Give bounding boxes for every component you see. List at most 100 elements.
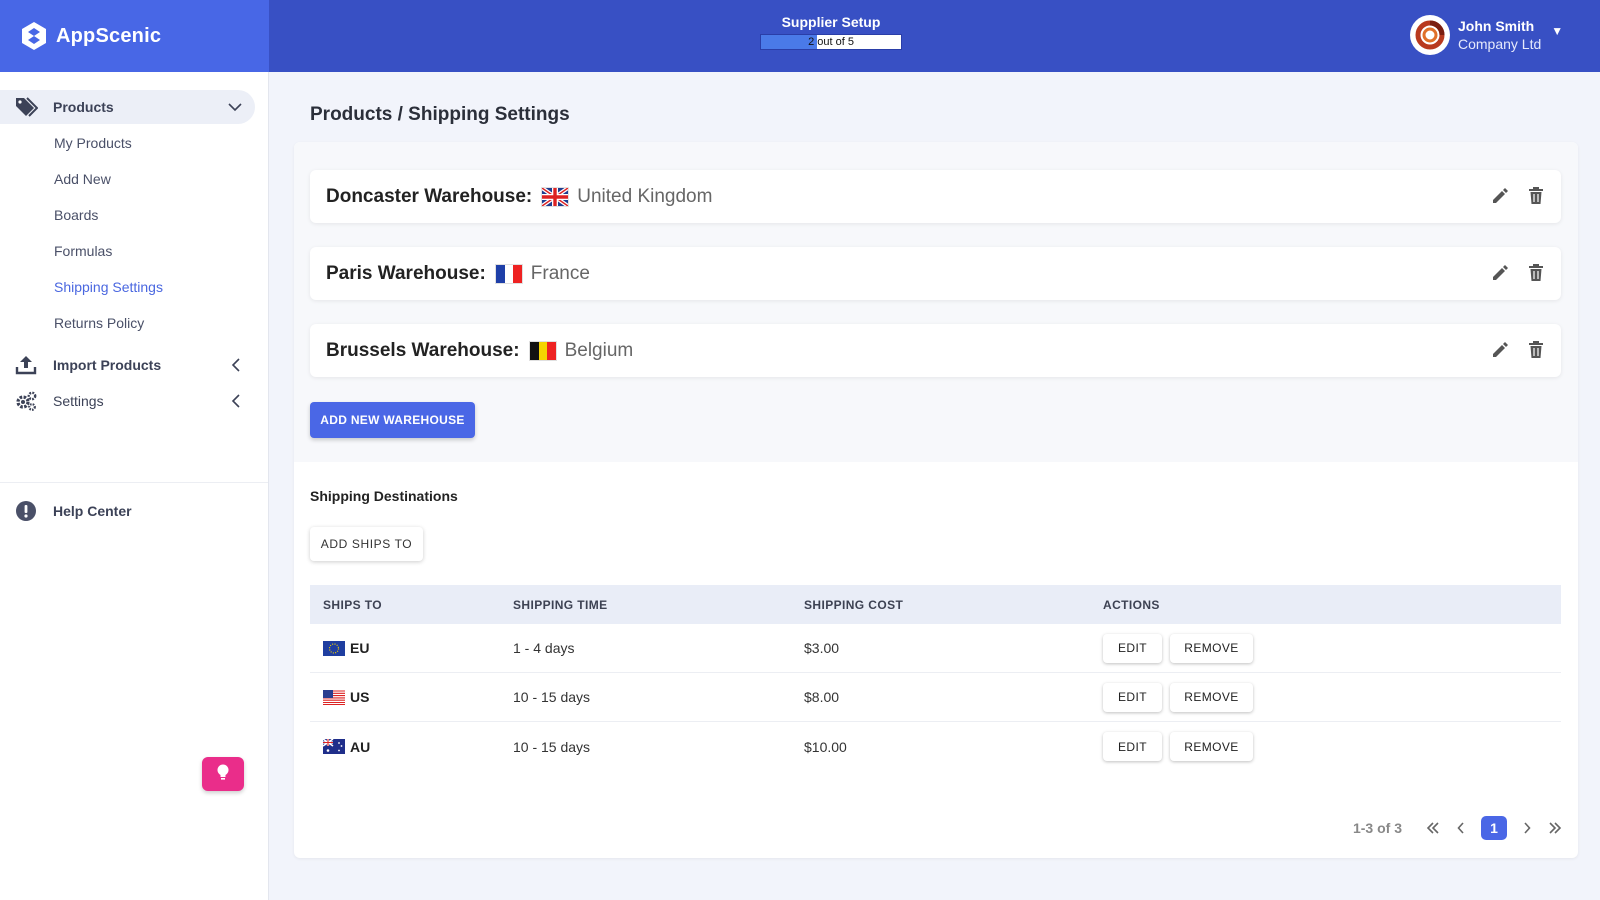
edit-button[interactable]: EDIT <box>1103 732 1162 761</box>
sidebar-divider <box>0 482 268 483</box>
company-logo-icon <box>1415 20 1445 50</box>
tag-icon <box>14 95 38 119</box>
sidebar-item-label: Help Center <box>53 503 132 519</box>
brand[interactable]: AppScenic <box>0 0 269 72</box>
column-header-ships-to: SHIPS TO <box>323 597 382 612</box>
sidebar-item-label: Settings <box>53 393 104 409</box>
warehouse-actions <box>1489 339 1547 361</box>
shipping-destinations-title: Shipping Destinations <box>310 488 458 504</box>
trash-icon[interactable] <box>1525 262 1547 284</box>
warehouse-card: Doncaster Warehouse: United Kingdom <box>310 170 1561 223</box>
table-row: US 10 - 15 days $8.00 EDIT REMOVE <box>310 673 1561 722</box>
sidebar-item-help-center[interactable]: Help Center <box>0 494 255 528</box>
table-row: AU 10 - 15 days $10.00 EDIT REMOVE <box>310 722 1561 771</box>
first-page-icon[interactable] <box>1422 817 1444 839</box>
shipping-settings-card: Doncaster Warehouse: United Kingdom Pari… <box>294 142 1578 858</box>
top-bar: AppScenic Supplier Setup 2 out of 5 John… <box>0 0 1600 72</box>
user-info: John Smith Company Ltd <box>1458 17 1541 53</box>
sidebar-item-add-new[interactable]: Add New <box>54 171 111 187</box>
remove-button[interactable]: REMOVE <box>1170 682 1253 712</box>
page-title: Products / Shipping Settings <box>310 104 570 125</box>
user-menu[interactable]: John Smith Company Ltd ▼ <box>1410 15 1563 55</box>
eu-flag-icon <box>323 640 345 656</box>
setup-progress-text: 2 out of 5 <box>808 36 854 48</box>
remove-button[interactable]: REMOVE <box>1170 633 1253 663</box>
trash-icon[interactable] <box>1525 185 1547 207</box>
column-header-shipping-cost: SHIPPING COST <box>804 597 904 612</box>
sidebar-item-boards[interactable]: Boards <box>54 207 98 223</box>
edit-button[interactable]: EDIT <box>1103 633 1162 663</box>
shipping-destinations-table: SHIPS TO SHIPPING TIME SHIPPING COST ACT… <box>310 585 1561 771</box>
chevron-left-icon <box>225 355 245 375</box>
shipping-time: 10 - 15 days <box>513 738 591 755</box>
column-header-shipping-time: SHIPPING TIME <box>513 597 608 612</box>
warehouse-country: Belgium <box>564 339 634 361</box>
pagination-range: 1-3 of 3 <box>1352 820 1402 836</box>
pagination: 1-3 of 3 1 <box>1353 816 1566 840</box>
row-actions: EDIT REMOVE <box>1103 682 1561 712</box>
table-header: SHIPS TO SHIPPING TIME SHIPPING COST ACT… <box>310 585 1561 624</box>
user-company: Company Ltd <box>1458 36 1542 52</box>
brand-name: AppScenic <box>56 24 162 47</box>
caret-down-icon[interactable]: ▼ <box>1551 24 1563 38</box>
previous-page-icon[interactable] <box>1450 817 1472 839</box>
chevron-left-icon <box>225 391 245 411</box>
warehouse-name: Doncaster Warehouse: <box>326 185 533 207</box>
warehouse-country: United Kingdom <box>577 185 713 207</box>
sidebar-item-products[interactable]: Products <box>0 90 255 124</box>
shipping-time: 10 - 15 days <box>513 689 591 705</box>
ships-to-cell: US <box>310 689 513 705</box>
trash-icon[interactable] <box>1525 339 1547 361</box>
edit-pencil-icon[interactable] <box>1489 262 1511 284</box>
warehouse-card: Brussels Warehouse: Belgium <box>310 324 1561 377</box>
alert-circle-icon <box>14 499 38 523</box>
user-name: John Smith <box>1458 18 1535 34</box>
warehouse-actions <box>1489 262 1547 284</box>
us-flag-icon <box>323 689 345 705</box>
warehouse-name: Brussels Warehouse: <box>326 339 520 361</box>
ships-to-cell: EU <box>310 640 513 656</box>
last-page-icon[interactable] <box>1544 817 1566 839</box>
sidebar-item-my-products[interactable]: My Products <box>54 135 132 151</box>
remove-button[interactable]: REMOVE <box>1170 732 1253 761</box>
ships-to-cell: AU <box>310 739 513 755</box>
sidebar-item-label: Products <box>53 99 114 115</box>
supplier-setup-title: Supplier Setup <box>781 14 881 30</box>
row-actions: EDIT REMOVE <box>1103 633 1561 663</box>
lightbulb-button[interactable] <box>202 757 244 791</box>
warehouse-name: Paris Warehouse: <box>326 262 486 284</box>
warehouse-card: Paris Warehouse: France <box>310 247 1561 300</box>
sidebar-item-returns-policy[interactable]: Returns Policy <box>54 315 144 331</box>
sidebar-item-shipping-settings[interactable]: Shipping Settings <box>54 279 163 295</box>
shipping-cost: $10.00 <box>804 738 847 755</box>
page-button-current[interactable]: 1 <box>1481 816 1507 840</box>
avatar[interactable] <box>1410 15 1450 55</box>
warehouse-actions <box>1489 185 1547 207</box>
column-header-actions: ACTIONS <box>1103 597 1160 612</box>
sidebar: Products My Products Add New Boards Form… <box>0 72 269 900</box>
table-row: EU 1 - 4 days $3.00 EDIT REMOVE <box>310 624 1561 673</box>
ships-to-region: EU <box>350 640 370 656</box>
sidebar-item-import-products[interactable]: Import Products <box>0 348 255 382</box>
upload-icon <box>14 353 38 377</box>
row-actions: EDIT REMOVE <box>1103 732 1561 761</box>
ships-to-region: AU <box>350 738 371 755</box>
sidebar-item-label: Import Products <box>53 357 162 373</box>
setup-progress-bar: 2 out of 5 <box>760 34 902 50</box>
shipping-cost: $3.00 <box>804 640 840 656</box>
warehouse-country: France <box>530 262 590 284</box>
france-flag-icon <box>494 263 523 284</box>
belgium-flag-icon <box>528 340 557 361</box>
add-new-warehouse-button[interactable]: ADD NEW WAREHOUSE <box>310 402 475 438</box>
supplier-setup[interactable]: Supplier Setup 2 out of 5 <box>760 14 902 50</box>
ships-to-region: US <box>350 689 370 705</box>
sidebar-item-formulas[interactable]: Formulas <box>54 243 112 259</box>
edit-button[interactable]: EDIT <box>1103 682 1162 712</box>
gears-icon <box>14 389 38 413</box>
next-page-icon[interactable] <box>1516 817 1538 839</box>
chevron-down-icon <box>225 97 245 117</box>
add-ships-to-button[interactable]: ADD SHIPS TO <box>310 527 423 561</box>
edit-pencil-icon[interactable] <box>1489 185 1511 207</box>
edit-pencil-icon[interactable] <box>1489 339 1511 361</box>
sidebar-item-settings[interactable]: Settings <box>0 384 255 418</box>
